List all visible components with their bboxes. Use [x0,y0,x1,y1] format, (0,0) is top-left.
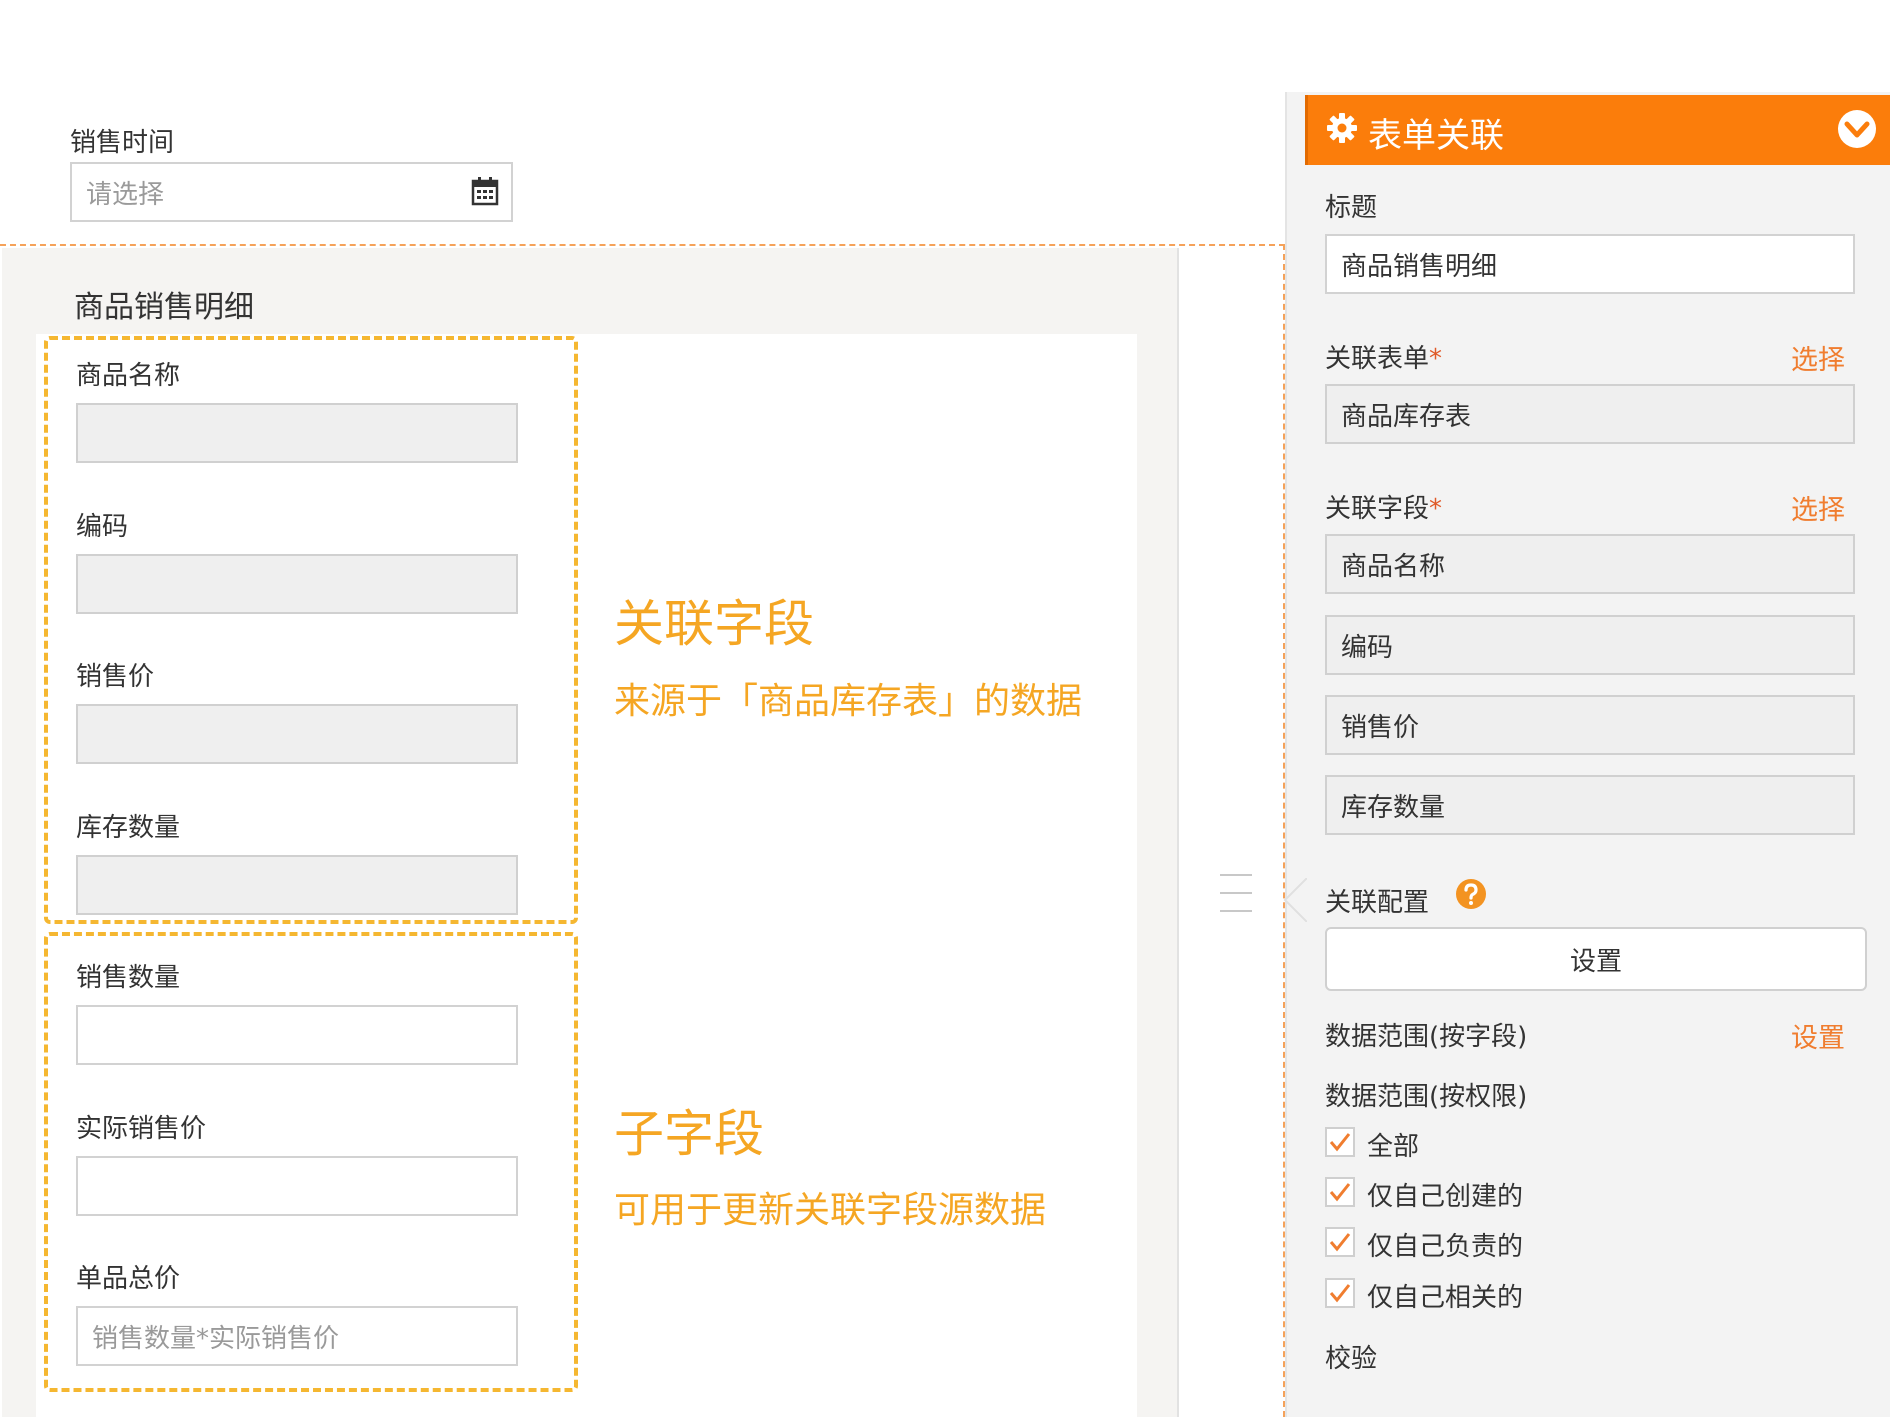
panel-title-input[interactable]: 商品销售明细 [1325,234,1855,294]
checkbox-label: 全部 [1367,1132,1420,1162]
field-label-sale-qty: 销售数量 [76,963,181,993]
panel-header[interactable]: 表单关联 [1305,95,1890,165]
related-field-item[interactable]: 商品名称 [1325,534,1855,594]
related-field-item[interactable]: 库存数量 [1325,775,1855,835]
field-label-actual-price: 实际销售价 [76,1114,207,1144]
checkbox-related-to-me[interactable] [1325,1278,1355,1308]
chevron-down-icon[interactable] [1836,108,1878,150]
question-icon[interactable] [1455,878,1487,910]
data-scope-permission-label: 数据范围(按权限) [1325,1082,1528,1112]
field-label-code: 编码 [76,512,129,542]
checkbox-created-by-me[interactable] [1325,1177,1355,1207]
sale-time-input[interactable]: 请选择 [70,162,513,222]
annotation-child-subtitle: 可用于更新关联字段源数据 [614,1190,1047,1231]
related-form-label-text: 关联表单 [1325,344,1430,374]
validation-label: 校验 [1325,1344,1378,1374]
data-scope-field-link[interactable]: 设置 [1791,1016,1845,1055]
annotation-related-subtitle: 来源于「商品库存表」的数据 [614,681,1083,722]
field-stock-qty[interactable] [76,855,518,915]
related-config-label: 关联配置 [1325,888,1430,918]
field-label-sale-price: 销售价 [76,662,155,692]
total-price-placeholder: 销售数量*实际销售价 [92,1323,340,1354]
sale-time-label: 销售时间 [70,128,175,158]
annotation-related-title: 关联字段 [614,595,814,653]
checkbox-all[interactable] [1325,1127,1355,1157]
required-mark: * [1429,344,1443,374]
field-sale-qty[interactable] [76,1005,518,1065]
calendar-icon[interactable] [471,176,499,206]
sale-time-placeholder: 请选择 [86,179,165,210]
panel-title-label: 标题 [1325,193,1378,223]
gear-icon [1326,112,1358,144]
field-total-price[interactable]: 销售数量*实际销售价 [76,1306,518,1366]
checkbox-label: 仅自己相关的 [1367,1283,1524,1313]
panel-pointer [1283,877,1308,923]
related-fields-label-text: 关联字段 [1325,494,1430,524]
panel-header-title: 表单关联 [1368,116,1504,156]
data-scope-field-label: 数据范围(按字段) [1325,1022,1528,1052]
annotation-child-title: 子字段 [614,1105,764,1163]
field-code[interactable] [76,554,518,614]
field-label-stock-qty: 库存数量 [76,813,181,843]
required-mark: * [1429,494,1443,524]
field-sale-price[interactable] [76,704,518,764]
related-field-item[interactable]: 销售价 [1325,695,1855,755]
subform-title: 商品销售明细 [74,290,254,325]
related-field-item[interactable]: 编码 [1325,615,1855,675]
field-actual-price[interactable] [76,1156,518,1216]
related-fields-select-link[interactable]: 选择 [1791,488,1845,527]
related-config-button[interactable]: 设置 [1325,927,1867,991]
checkbox-label: 仅自己创建的 [1367,1182,1524,1212]
related-fields-label: 关联字段* [1325,488,1442,525]
related-form-select-link[interactable]: 选择 [1791,338,1845,377]
field-product-name[interactable] [76,403,518,463]
field-label-product-name: 商品名称 [76,361,181,391]
checkbox-label: 仅自己负责的 [1367,1232,1524,1262]
drag-handle-icon[interactable] [1220,870,1252,916]
related-form-label: 关联表单* [1325,338,1442,375]
related-form-value[interactable]: 商品库存表 [1325,384,1855,444]
field-label-total-price: 单品总价 [76,1264,181,1294]
checkbox-owned-by-me[interactable] [1325,1227,1355,1257]
